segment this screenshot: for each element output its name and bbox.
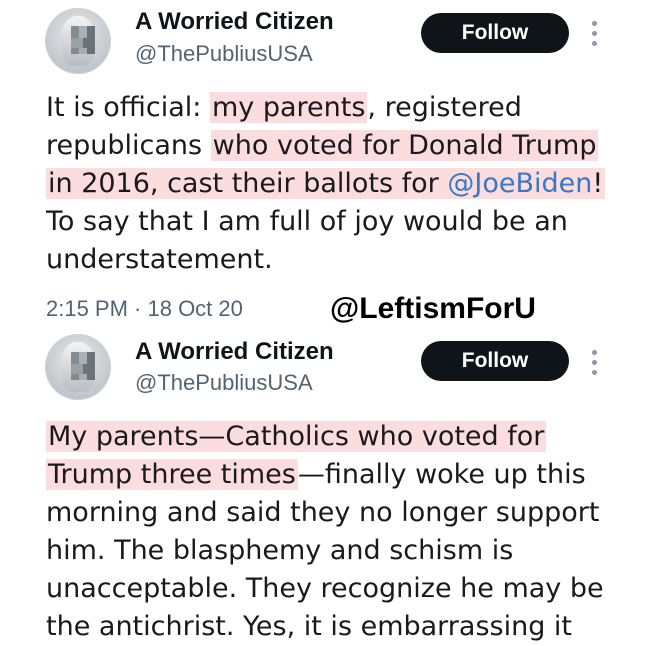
tweet-text: My parents—Catholics who voted for Trump… — [46, 421, 604, 642]
highlight: Trump three times — [46, 459, 298, 490]
more-options-icon[interactable] — [588, 21, 600, 51]
more-options-icon[interactable] — [588, 350, 600, 380]
author-name[interactable]: A Worried Citizen — [135, 8, 334, 36]
author-handle[interactable]: @ThePubliusUSA — [135, 41, 313, 67]
tweet-text: It is official: my parents, registered r… — [46, 92, 606, 275]
mention-link[interactable]: @JoeBiden — [447, 168, 592, 199]
highlight: My parents—Catholics who voted for — [46, 421, 547, 452]
timestamp[interactable]: 2:15 PM · 18 Oct 20 — [46, 296, 243, 322]
follow-button[interactable]: Follow — [421, 341, 569, 381]
highlight: who voted for Donald Trump — [210, 130, 599, 161]
watermark: @LeftismForU — [330, 292, 536, 325]
avatar[interactable] — [45, 8, 111, 74]
author-name[interactable]: A Worried Citizen — [135, 338, 334, 366]
highlight: my parents — [209, 92, 368, 123]
avatar[interactable] — [45, 334, 111, 400]
follow-button[interactable]: Follow — [421, 13, 569, 53]
author-handle[interactable]: @ThePubliusUSA — [135, 370, 313, 396]
